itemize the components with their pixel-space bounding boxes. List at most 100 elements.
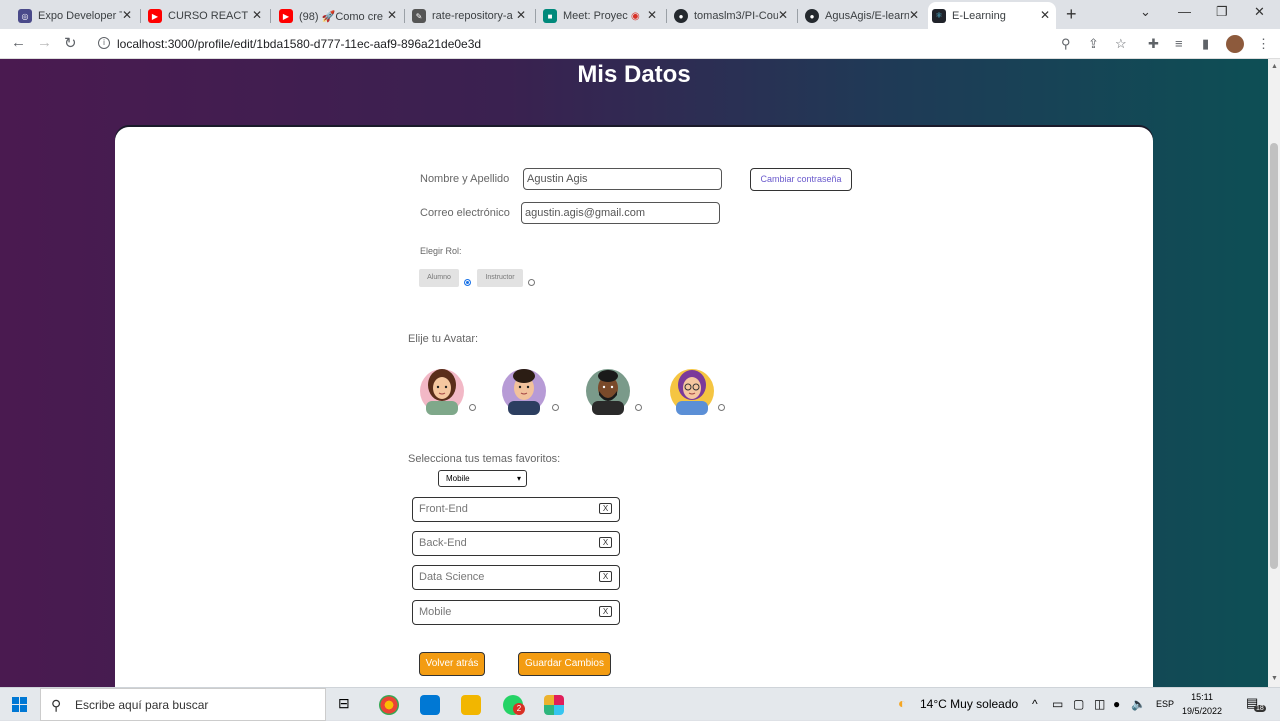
avatar-radio[interactable]	[635, 404, 642, 411]
topic-label: Mobile	[419, 606, 452, 618]
maximize-icon[interactable]: ❐	[1216, 4, 1228, 20]
menu-icon[interactable]: ⋮	[1257, 36, 1270, 52]
close-tab-icon[interactable]: ✕	[252, 8, 262, 22]
back-button[interactable]: Volver atrás	[419, 652, 485, 676]
search-placeholder: Escribe aquí para buscar	[75, 698, 209, 712]
topic-label: Back-End	[419, 537, 467, 549]
role-label: Elegir Rol:	[420, 246, 462, 256]
close-tab-icon[interactable]: ✕	[778, 8, 788, 22]
slack-icon[interactable]	[544, 695, 564, 715]
zoom-icon[interactable]: ⚲	[1061, 36, 1071, 52]
taskbar-search-input[interactable]: ⚲ Escribe aquí para buscar	[40, 688, 326, 721]
topic-select[interactable]: Mobile ▾	[438, 470, 527, 487]
save-button[interactable]: Guardar Cambios	[518, 652, 611, 676]
youtube-icon: ▶	[148, 9, 162, 23]
network-icon[interactable]: ◫	[1094, 697, 1105, 711]
forward-icon[interactable]: →	[37, 34, 52, 51]
avatar-label: Elije tu Avatar:	[408, 333, 479, 345]
browser-tab[interactable]: ● AgusAgis/E-learn ✕	[801, 4, 925, 28]
browser-tab[interactable]: ▶ CURSO REACT ✕	[144, 4, 268, 28]
youtube-icon: ▶	[279, 9, 293, 23]
remove-topic-button[interactable]: X	[599, 571, 612, 582]
chevron-up-icon[interactable]: ^	[1032, 697, 1038, 711]
name-input[interactable]: Agustin Agis	[523, 168, 722, 190]
browser-tab[interactable]: ✎ rate-repository-a ✕	[408, 4, 532, 28]
side-panel-icon[interactable]: ▮	[1202, 36, 1209, 52]
reload-icon[interactable]: ↻	[64, 34, 77, 52]
avatar-boy-dark-skin[interactable]	[583, 363, 633, 415]
browser-tab[interactable]: ▶ (98) 🚀Como cre ✕	[275, 4, 403, 28]
info-icon[interactable]: i	[98, 37, 110, 49]
new-tab-icon[interactable]: +	[1066, 4, 1077, 25]
address-bar[interactable]: localhost:3000/profile/edit/1bda1580-d77…	[117, 37, 481, 51]
topics-label: Selecciona tus temas favoritos:	[408, 453, 561, 465]
windows-start-icon[interactable]	[12, 697, 27, 712]
battery-icon[interactable]: ▭	[1052, 697, 1063, 711]
weather-text[interactable]: 14°C Muy soleado	[920, 697, 1018, 711]
topic-item: Mobile X	[412, 600, 620, 625]
remove-topic-button[interactable]: X	[599, 606, 612, 617]
browser-tab[interactable]: ● tomaslm3/PI-Cou ✕	[670, 4, 794, 28]
email-input[interactable]: agustin.agis@gmail.com	[521, 202, 720, 224]
media-icon[interactable]: ≡	[1175, 36, 1183, 51]
extensions-icon[interactable]: ✚	[1148, 36, 1159, 52]
close-tab-icon[interactable]: ✕	[1040, 8, 1050, 22]
share-icon[interactable]: ⇪	[1088, 36, 1099, 52]
file-explorer-icon[interactable]	[461, 695, 481, 715]
page-viewport: Mis Datos Nombre y Apellido Agustin Agis…	[0, 59, 1268, 687]
scroll-down-icon[interactable]: ▼	[1271, 675, 1278, 682]
avatar-girl-glasses[interactable]	[667, 363, 717, 415]
react-icon: ⚛	[932, 8, 946, 23]
avatar-radio[interactable]	[552, 404, 559, 411]
close-tab-icon[interactable]: ✕	[647, 8, 657, 22]
github-icon: ●	[674, 9, 688, 23]
browser-tab-bar: ◎ Expo Developer T ✕ ▶ CURSO REACT ✕ ▶ (…	[0, 0, 1280, 29]
scrollbar-thumb[interactable]	[1270, 143, 1278, 569]
profile-form-card: Nombre y Apellido Agustin Agis Cambiar c…	[115, 127, 1153, 687]
display-icon[interactable]: ▢	[1073, 697, 1084, 711]
microphone-icon[interactable]: ●	[1113, 697, 1120, 711]
avatar-radio[interactable]	[469, 404, 476, 411]
topic-select-value: Mobile	[446, 474, 470, 483]
clock[interactable]: 15:11 19/5/2022	[1182, 690, 1222, 718]
task-view-icon[interactable]: ⊟	[338, 695, 350, 712]
minimize-icon[interactable]: —	[1178, 4, 1191, 19]
scroll-up-icon[interactable]: ▲	[1271, 63, 1278, 70]
close-tab-icon[interactable]: ✕	[387, 8, 397, 22]
role-instructor-button[interactable]: Instructor	[477, 269, 523, 287]
bookmark-star-icon[interactable]: ☆	[1115, 36, 1127, 52]
role-alumno-radio[interactable]	[464, 279, 471, 286]
whatsapp-icon[interactable]: 2	[503, 695, 525, 715]
browser-toolbar: ← → ↻ i localhost:3000/profile/edit/1bda…	[0, 29, 1280, 59]
browser-tab[interactable]: ◎ Expo Developer T ✕	[14, 4, 138, 28]
name-label: Nombre y Apellido	[420, 173, 510, 185]
change-password-button[interactable]: Cambiar contraseña	[750, 168, 852, 191]
avatar-radio[interactable]	[718, 404, 725, 411]
avatar-boy-curly-hair[interactable]	[499, 363, 549, 415]
vscode-icon[interactable]	[420, 695, 440, 715]
browser-tab-active[interactable]: ⚛ E-Learning ✕	[928, 2, 1056, 29]
topic-label: Data Science	[419, 571, 485, 583]
avatar-girl-brown-hair[interactable]	[417, 363, 467, 415]
browser-tab[interactable]: ■ Meet: Proyec ◉ ✕	[539, 4, 663, 28]
close-tab-icon[interactable]: ✕	[516, 8, 526, 22]
chrome-icon[interactable]	[379, 695, 399, 715]
topic-item: Data Science X	[412, 565, 620, 590]
tab-search-icon[interactable]: ⌄	[1140, 4, 1151, 20]
role-alumno-button[interactable]: Alumno	[419, 269, 459, 287]
role-instructor-radio[interactable]	[528, 279, 535, 286]
page-scrollbar[interactable]: ▲ ▼	[1268, 59, 1280, 687]
volume-icon[interactable]: 🔈	[1131, 697, 1146, 711]
back-icon[interactable]: ←	[11, 34, 26, 51]
close-window-icon[interactable]: ✕	[1254, 4, 1265, 20]
chevron-down-icon: ▾	[516, 474, 521, 483]
close-tab-icon[interactable]: ✕	[122, 8, 132, 22]
remove-topic-button[interactable]: X	[599, 503, 612, 514]
clock-date: 19/5/2022	[1182, 706, 1223, 716]
meet-icon: ■	[543, 9, 557, 23]
email-label: Correo electrónico	[420, 207, 510, 219]
remove-topic-button[interactable]: X	[599, 537, 612, 548]
language-indicator[interactable]: ESP	[1156, 699, 1174, 709]
profile-avatar[interactable]	[1226, 35, 1244, 53]
close-tab-icon[interactable]: ✕	[909, 8, 919, 22]
